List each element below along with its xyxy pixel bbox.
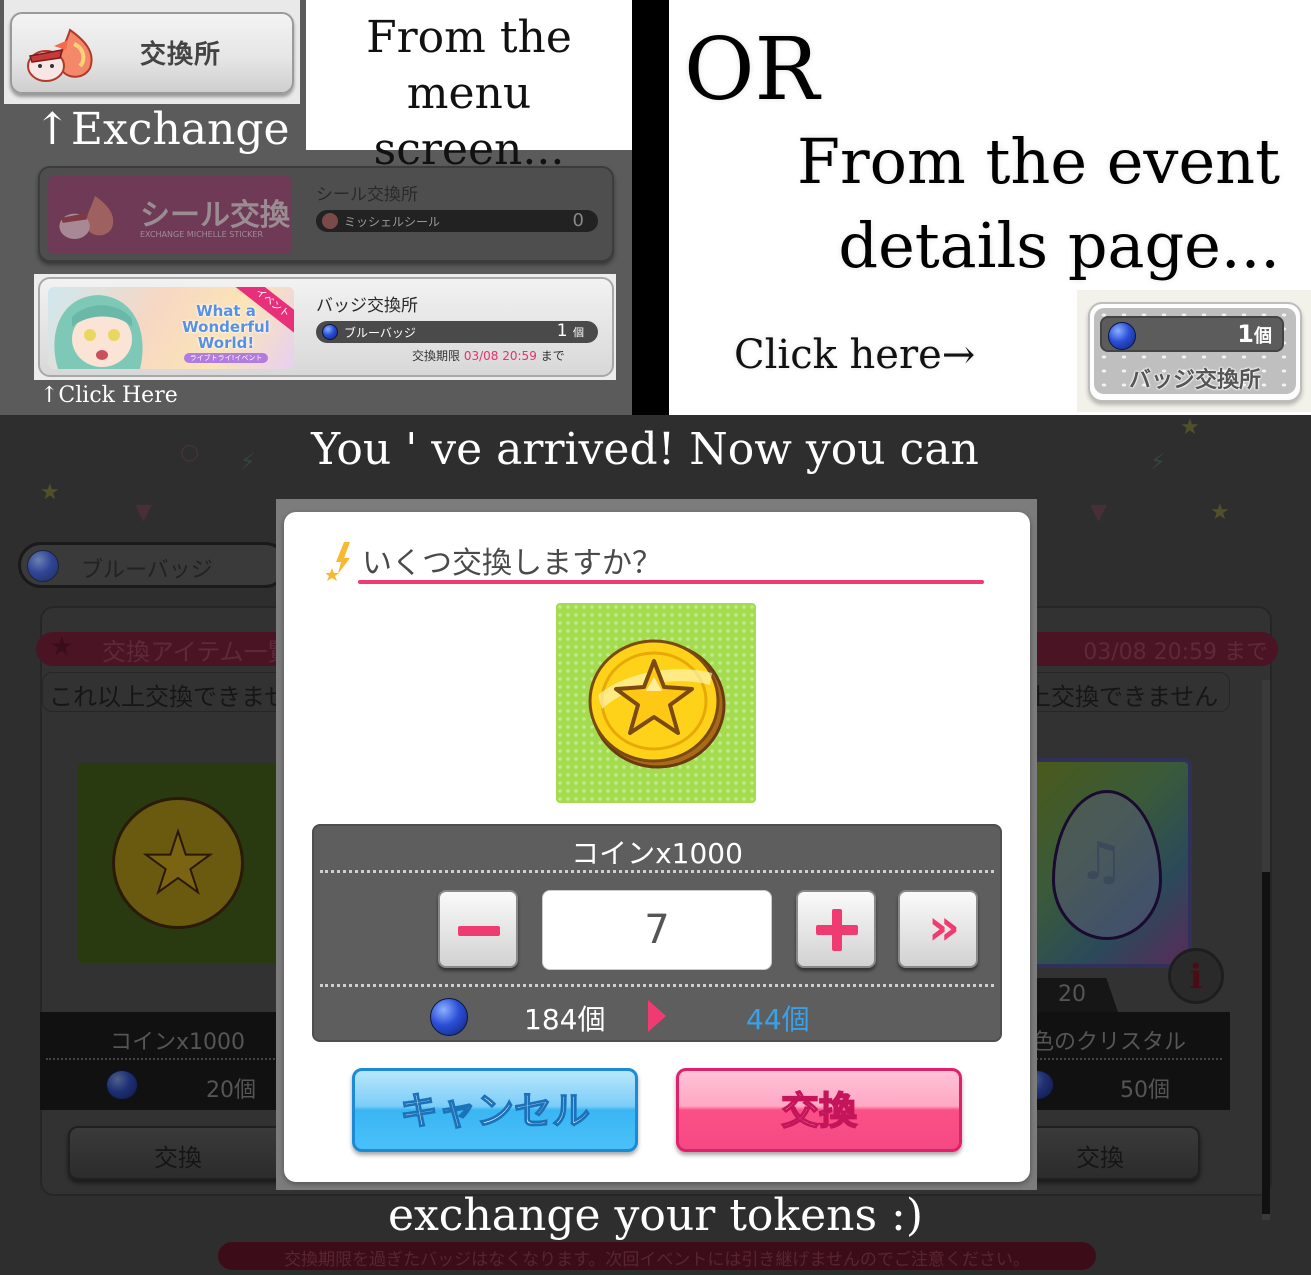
star-confetti-icon: ★ xyxy=(1210,500,1230,525)
event-logo: What a Wonderful World! xyxy=(182,302,270,352)
menu-caption-line2: menu screen... xyxy=(373,68,565,175)
event-caption-line1: From the event xyxy=(797,125,1280,198)
after-balance: 44個 xyxy=(746,1003,810,1036)
badge-shortcut-label: バッジ交換所 xyxy=(1128,368,1261,393)
michelle-sticker-icon xyxy=(322,213,338,229)
bg-currency-pill: ブルーバッジ xyxy=(18,542,288,588)
arrived-caption: You ' ve arrived! Now you can xyxy=(311,424,979,475)
quantity-input[interactable]: 7 xyxy=(542,890,772,970)
bg-notice-right: 上交換できません xyxy=(1010,672,1230,712)
event-caption: From the event details page... xyxy=(780,120,1280,288)
scrollbar-thumb[interactable] xyxy=(1262,872,1270,1214)
blue-badge-icon xyxy=(322,324,338,340)
exchange-button[interactable]: 交換 xyxy=(676,1068,962,1152)
menu-caption-line1: From the xyxy=(366,12,572,63)
bg-items-header-title: 交換アイテム一覧 xyxy=(102,638,292,666)
sticker-currency-name: ミッシェルシール xyxy=(344,215,441,229)
star-confetti-icon: ★ xyxy=(40,480,60,505)
badge-exchange-title: バッジ交換所 xyxy=(316,296,418,316)
badge-exchange-shortcut-button[interactable]: 1個 バッジ交換所 xyxy=(1088,302,1302,402)
tokens-caption: exchange your tokens :) xyxy=(387,1190,924,1241)
badge-count-bar: 1個 xyxy=(1100,316,1284,352)
coin-item-art xyxy=(556,603,756,803)
click-here-caption: ↑Click Here xyxy=(40,383,178,408)
sticker-exchange-banner: シール交換 EXCHANGE MICHELLE STICKER xyxy=(48,176,292,254)
bg-footer-notice: 交換期限を過ぎたバッジはなくなります。次回イベントには引き継げませんのでご注意く… xyxy=(218,1242,1096,1270)
exchange-caption: ↑Exchange xyxy=(34,104,290,155)
bg-items-header-deadline: 03/08 20:59 まで xyxy=(1083,640,1268,665)
music-note-icon: ♫ xyxy=(1078,832,1125,892)
sticker-exchange-title: シール交換所 xyxy=(316,185,418,205)
character-portrait-icon xyxy=(54,295,143,369)
divider xyxy=(1032,1058,1222,1060)
decrease-button[interactable] xyxy=(438,890,518,968)
blue-badge-icon xyxy=(106,1070,138,1100)
bg-left-item-name: コインx1000 xyxy=(110,1030,246,1055)
bg-notice-left: これ以上交換できませ xyxy=(42,672,302,712)
panel-divider xyxy=(632,0,669,415)
lightning-star-icon xyxy=(326,542,350,581)
current-balance: 184個 xyxy=(524,1003,606,1036)
bg-right-item-price: 50個 xyxy=(1120,1078,1170,1103)
divider xyxy=(46,1058,286,1060)
badge-exchange-card[interactable]: What a Wonderful World! ライブトライ!イベント イベント… xyxy=(38,277,614,377)
badge-exchange-deadline: 交換期限 03/08 20:59 まで xyxy=(412,349,565,363)
sticker-currency-pill: ミッシェルシール 0 xyxy=(316,210,598,232)
dialog-title: いくつ交換しますか？ xyxy=(362,546,662,581)
menu-caption: From the menu screen... xyxy=(306,10,632,178)
badge-currency-name: ブルーバッジ xyxy=(344,326,416,340)
bg-right-item-info: 色のクリスタル 50個 xyxy=(1020,1012,1230,1110)
badge-currency-pill: ブルーバッジ 1 個 xyxy=(316,321,598,343)
heart-confetti-icon: ▼ xyxy=(1090,500,1107,525)
star-coin-icon xyxy=(588,639,726,769)
coin-icon: ★ xyxy=(112,797,244,929)
click-here-right-caption: Click here→ xyxy=(734,332,976,378)
bg-left-item-info: コインx1000 20個 xyxy=(40,1012,290,1110)
michelle-mascot-icon xyxy=(59,195,114,239)
title-underline xyxy=(358,580,984,584)
blue-badge-icon xyxy=(27,550,59,582)
bg-right-item-name: 色のクリスタル xyxy=(1032,1030,1187,1055)
sticker-banner-title: シール交換 xyxy=(140,198,290,233)
minus-icon xyxy=(458,926,500,936)
sticker-currency-count: 0 xyxy=(572,210,584,231)
heart-confetti-icon: ▼ xyxy=(135,500,152,525)
blue-badge-icon xyxy=(430,998,468,1036)
badge-shortcut-count: 1個 xyxy=(1237,320,1272,348)
exchange-menu-button[interactable]: 交換所 xyxy=(10,12,294,94)
event-banner: What a Wonderful World! ライブトライ!イベント イベント xyxy=(48,287,294,369)
arrow-right-icon xyxy=(648,1000,666,1032)
bg-coin-item-art: ★ xyxy=(78,763,278,963)
badge-currency-count: 1 個 xyxy=(556,321,584,341)
sticker-exchange-card[interactable]: シール交換 EXCHANGE MICHELLE STICKER シール交換所 ミ… xyxy=(38,166,614,262)
bg-left-exchange-button[interactable]: 交換 xyxy=(68,1126,288,1180)
double-chevron-right-icon: » xyxy=(927,898,960,956)
max-quantity-button[interactable]: » xyxy=(898,890,978,968)
star-icon: ★ xyxy=(50,632,74,662)
info-icon[interactable]: i xyxy=(1168,948,1224,1004)
quantity-panel: コインx1000 7 » 184個 44個 xyxy=(312,824,1002,1042)
sticker-banner-subtitle: EXCHANGE MICHELLE STICKER xyxy=(140,230,264,239)
bg-left-item-price: 20個 xyxy=(206,1078,256,1103)
bg-scrollbar[interactable] xyxy=(1262,680,1270,1220)
menu-button-label: 交換所 xyxy=(140,40,222,70)
divider xyxy=(320,870,994,873)
divider xyxy=(320,984,994,987)
bg-currency-name: ブルーバッジ xyxy=(81,558,213,583)
bg-crystal-item-art: ♫ xyxy=(1030,758,1192,968)
increase-button[interactable] xyxy=(796,890,876,968)
blue-badge-icon xyxy=(1108,322,1136,350)
cancel-button[interactable]: キャンセル xyxy=(352,1068,638,1152)
michelle-mascot-icon xyxy=(27,28,93,82)
event-caption-line2: details page... xyxy=(838,209,1280,282)
event-logo-subtitle: ライブトライ!イベント xyxy=(184,353,268,363)
bg-right-item-level: 20 xyxy=(1034,978,1118,1012)
exchange-quantity-dialog: いくつ交換しますか？ コインx1000 7 » 184個 44個 キャンセル 交… xyxy=(284,512,1030,1182)
item-name: コインx1000 xyxy=(571,837,743,870)
or-caption: OR xyxy=(684,20,820,120)
